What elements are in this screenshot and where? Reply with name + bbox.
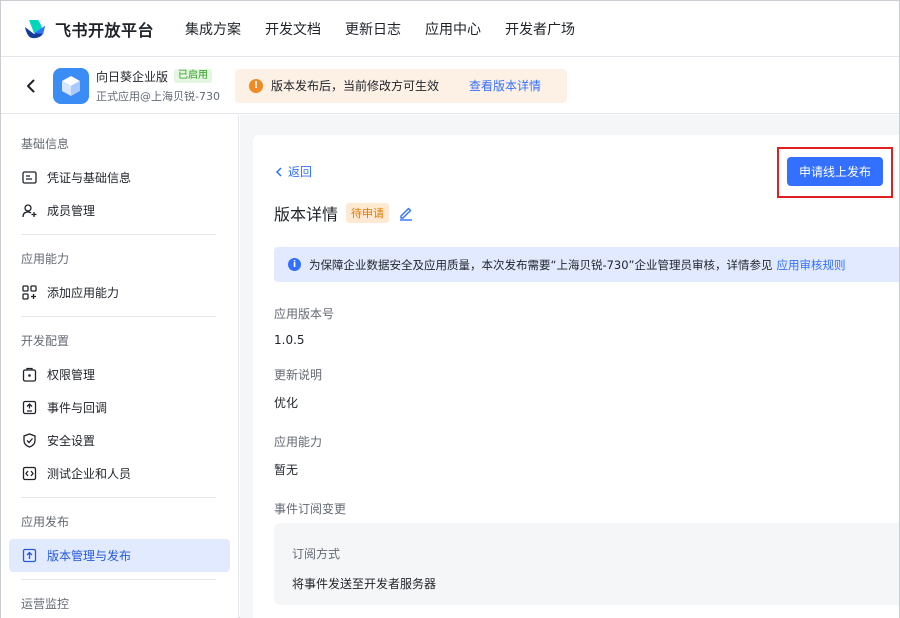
sidebar-item-credentials[interactable]: 凭证与基础信息 [9, 161, 230, 194]
field-value: 优化 [274, 396, 299, 410]
sidebar-group-publish: 应用发布 [21, 515, 70, 529]
field-event-changes: 事件订阅变更 [274, 500, 346, 517]
sidebar-item-permissions[interactable]: 权限管理 [9, 358, 230, 391]
sidebar-group-monitoring: 运营监控 [21, 597, 70, 611]
nav-item-developer-plaza[interactable]: 开发者广场 [505, 19, 575, 39]
sidebar-group-capabilities: 应用能力 [21, 252, 70, 266]
shield-icon [21, 433, 37, 449]
title-row: 版本详情 待申请 [274, 201, 414, 225]
sidebar-item-test-tenants[interactable]: 测试企业和人员 [9, 457, 230, 490]
sidebar-group-dev-config: 开发配置 [21, 334, 70, 348]
sidebar-group-basic-info: 基础信息 [21, 137, 70, 151]
warning-icon: ! [249, 78, 263, 93]
upload-box-icon [21, 548, 37, 564]
nav-item-changelog[interactable]: 更新日志 [345, 19, 401, 39]
app-subtitle: 正式应用@上海贝锐-730 [96, 89, 220, 103]
app-icon [53, 67, 89, 104]
sidebar-item-label: 添加应用能力 [47, 286, 120, 300]
nav-menu: 集成方案 开发文档 更新日志 应用中心 开发者广场 [185, 19, 599, 39]
field-capabilities: 应用能力 暂无 [274, 433, 322, 478]
grid-add-icon [21, 285, 37, 301]
sidebar-item-security[interactable]: 安全设置 [9, 424, 230, 457]
event-box-icon [21, 400, 37, 416]
sidebar-item-events[interactable]: 事件与回调 [9, 391, 230, 424]
field-label: 应用版本号 [274, 307, 335, 321]
sidebar-item-label: 凭证与基础信息 [47, 171, 132, 185]
edit-pencil-icon[interactable] [398, 205, 414, 221]
apply-online-publish-button[interactable]: 申请线上发布 [787, 157, 883, 186]
sidebar-item-label: 安全设置 [47, 434, 96, 448]
app-name: 向日葵企业版 [96, 69, 169, 84]
code-box-icon [21, 466, 37, 482]
review-info-bar: i 为保障企业数据安全及应用质量，本次发布需要“上海贝锐-730”企业管理员审核… [274, 247, 899, 282]
version-detail-card: 返回 申请线上发布 版本详情 待申请 i 为保障企业数据安全及应用质量，本次发布… [253, 135, 899, 618]
back-link[interactable]: 返回 [275, 163, 312, 180]
review-rules-link[interactable]: 应用审核规则 [777, 257, 846, 273]
sidebar-item-label: 成员管理 [47, 204, 96, 218]
sidebar-item-label: 测试企业和人员 [47, 467, 132, 481]
field-version: 应用版本号 1.0.5 [274, 305, 334, 347]
sidebar-item-version-management[interactable]: 版本管理与发布 [9, 539, 230, 572]
nav-item-docs[interactable]: 开发文档 [265, 19, 321, 39]
divider [21, 316, 216, 317]
app-status-badge: 已启用 [174, 69, 213, 83]
divider [21, 234, 216, 235]
nav-item-app-center[interactable]: 应用中心 [425, 19, 481, 39]
field-value: 1.0.5 [274, 333, 305, 347]
field-label: 应用能力 [274, 435, 323, 449]
sidebar-item-members[interactable]: 成员管理 [9, 194, 230, 227]
brand[interactable]: 飞书开放平台 [23, 17, 183, 41]
sidebar: 基础信息 凭证与基础信息 成员管理 应用能力 添加应用能力 开发配置 权限管理 … [1, 115, 239, 618]
chevron-left-icon [275, 166, 282, 177]
info-icon: i [288, 258, 301, 271]
brand-name: 飞书开放平台 [55, 20, 155, 40]
back-link-label: 返回 [288, 165, 313, 179]
sidebar-item-label: 事件与回调 [47, 401, 108, 415]
subscription-box: 订阅方式 将事件发送至开发者服务器 [274, 523, 899, 605]
top-navigation: 飞书开放平台 集成方案 开发文档 更新日志 应用中心 开发者广场 [1, 1, 899, 57]
cube-icon [62, 75, 80, 96]
subscription-label: 订阅方式 [292, 547, 341, 561]
feishu-logo-icon [25, 19, 45, 38]
notice-text: 版本发布后，当前修改方可生效 [271, 79, 440, 93]
review-info-text: 为保障企业数据安全及应用质量，本次发布需要“上海贝锐-730”企业管理员审核，详… [309, 257, 773, 272]
person-add-icon [21, 203, 37, 219]
app-meta: 向日葵企业版 已启用 正式应用@上海贝锐-730 [96, 68, 221, 104]
id-card-icon [21, 170, 37, 186]
sidebar-item-label: 权限管理 [47, 368, 96, 382]
field-release-notes: 更新说明 优化 [274, 366, 322, 411]
back-arrow-icon[interactable] [21, 76, 41, 96]
field-label: 事件订阅变更 [274, 502, 347, 516]
field-value: 暂无 [274, 463, 299, 477]
sidebar-item-add-capability[interactable]: 添加应用能力 [9, 276, 230, 309]
view-version-link[interactable]: 查看版本详情 [469, 77, 541, 94]
app-header: 向日葵企业版 已启用 正式应用@上海贝锐-730 ! 版本发布后，当前修改方可生… [1, 58, 899, 114]
subscription-value: 将事件发送至开发者服务器 [292, 577, 437, 591]
version-notice: ! 版本发布后，当前修改方可生效 查看版本详情 [235, 68, 567, 103]
field-label: 更新说明 [274, 368, 323, 382]
sidebar-item-label: 版本管理与发布 [47, 549, 132, 563]
status-badge: 待申请 [346, 203, 390, 223]
divider [21, 579, 216, 580]
lock-box-icon [21, 367, 37, 383]
nav-item-solutions[interactable]: 集成方案 [185, 19, 241, 39]
divider [21, 497, 216, 498]
page-title: 版本详情 [274, 205, 339, 224]
